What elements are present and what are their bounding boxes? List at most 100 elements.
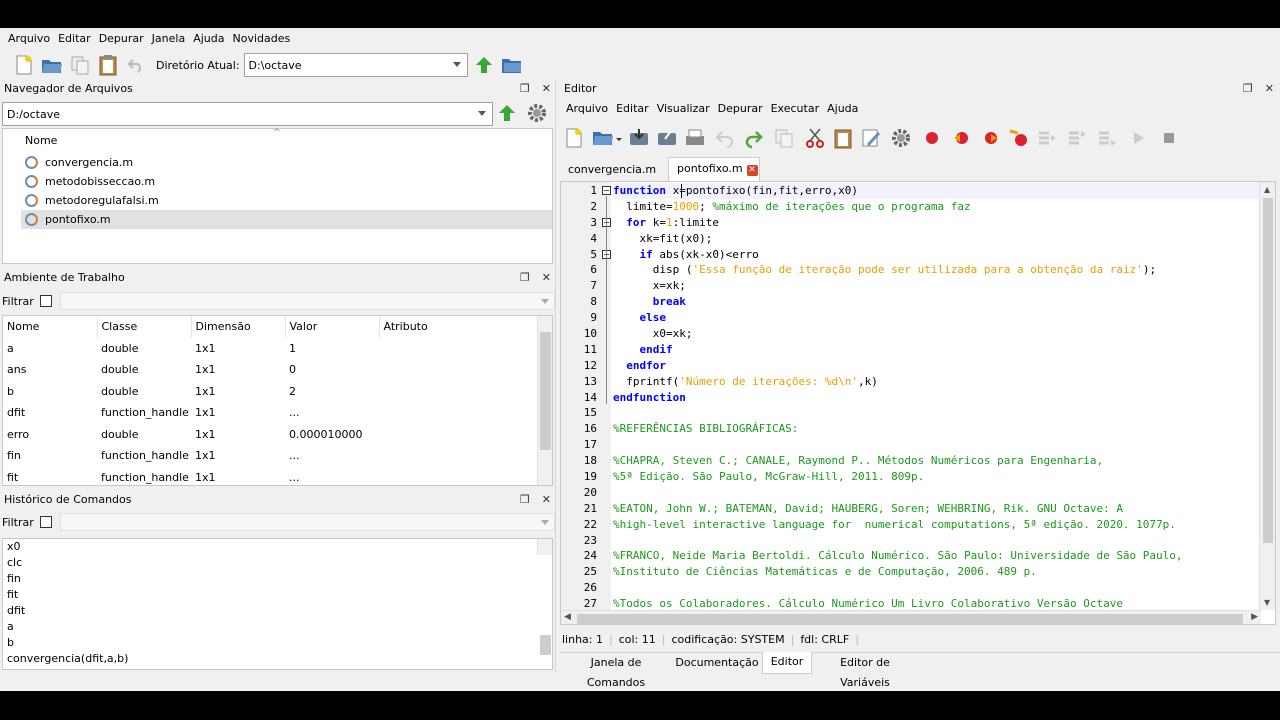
table-row[interactable]: a double 1x1 1 xyxy=(3,338,537,360)
undo-icon[interactable] xyxy=(712,127,738,149)
column-header[interactable]: Nome xyxy=(3,316,98,338)
menu-janela[interactable]: Janela xyxy=(148,28,190,50)
close-icon[interactable]: ✕ xyxy=(542,269,551,287)
editor-menu-ajuda[interactable]: Ajuda xyxy=(823,98,862,120)
up-directory-icon[interactable] xyxy=(497,103,517,126)
panel-splitter[interactable] xyxy=(555,80,556,672)
fold-marker-icon[interactable]: − xyxy=(602,186,611,195)
undock-icon[interactable]: ❐ xyxy=(520,491,530,509)
open-folder-icon[interactable] xyxy=(40,53,64,77)
editor-menu-executar[interactable]: Executar xyxy=(767,98,824,120)
copy-icon[interactable] xyxy=(772,127,798,149)
new-file-icon[interactable] xyxy=(564,127,586,149)
table-row[interactable]: dfit function_handle 1x1... xyxy=(3,402,537,424)
file-item[interactable]: convergencia.m xyxy=(21,153,552,172)
code-editor[interactable]: 1 2 3 4 5 6 7 8 9 10 11 12 13 14 15 16 1… xyxy=(560,181,1276,625)
list-item[interactable]: fin xyxy=(3,571,552,587)
close-tab-icon[interactable]: ✕ xyxy=(746,165,758,176)
editor-horizontal-scrollbar[interactable]: ◀ ▶ xyxy=(561,610,1261,624)
scroll-right-icon[interactable]: ▶ xyxy=(1251,612,1258,622)
paste-icon[interactable] xyxy=(832,127,854,149)
tab-variable-editor[interactable]: Editor de Variáveis xyxy=(814,653,916,689)
column-header[interactable]: Classe xyxy=(97,316,192,338)
filter-checkbox[interactable] xyxy=(39,295,52,307)
cut-icon[interactable] xyxy=(804,127,826,149)
filter-input[interactable] xyxy=(59,292,555,310)
file-item[interactable]: metodoregulafalsi.m xyxy=(21,191,552,210)
paste-icon[interactable] xyxy=(96,53,120,77)
chevron-down-icon[interactable] xyxy=(478,111,486,116)
breakpoint-icon[interactable] xyxy=(920,127,944,149)
tab-command-window[interactable]: Janela de Comandos xyxy=(562,653,670,689)
previous-breakpoint-icon[interactable] xyxy=(980,127,1002,149)
table-row[interactable]: fin function_handle 1x1... xyxy=(3,445,537,467)
settings-icon[interactable] xyxy=(888,127,914,149)
scroll-down-icon[interactable]: ▼ xyxy=(1264,598,1270,607)
close-icon[interactable]: ✕ xyxy=(1265,80,1274,98)
tab-editor[interactable]: Editor xyxy=(762,652,812,674)
column-header-nome[interactable]: Nome xyxy=(25,134,57,147)
step-in-icon[interactable] xyxy=(1066,127,1090,149)
stop-icon[interactable] xyxy=(1158,127,1180,149)
filter-checkbox[interactable] xyxy=(39,516,52,528)
save-icon[interactable] xyxy=(628,127,650,149)
file-list-header[interactable]: Nome ^ xyxy=(3,128,552,153)
file-browser-path-combobox[interactable]: D:/octave xyxy=(2,102,493,126)
open-folder-icon[interactable] xyxy=(592,127,622,149)
file-item-selected[interactable]: pontofixo.m xyxy=(21,210,552,229)
list-item[interactable]: b xyxy=(3,635,552,651)
editor-menu-arquivo[interactable]: Arquivo xyxy=(562,98,612,120)
print-icon[interactable] xyxy=(684,127,706,149)
list-item[interactable]: a xyxy=(3,619,552,635)
undock-icon[interactable]: ❐ xyxy=(520,269,530,287)
next-breakpoint-icon[interactable] xyxy=(950,127,974,149)
tab-convergencia[interactable]: convergencia.m✕ xyxy=(560,159,667,199)
chevron-down-icon[interactable] xyxy=(541,299,549,304)
list-item[interactable]: x0 xyxy=(3,539,552,555)
chevron-down-icon[interactable] xyxy=(452,62,461,67)
editor-menu-editar[interactable]: Editar xyxy=(612,98,653,120)
browse-folder-icon[interactable] xyxy=(500,53,524,77)
step-out-icon[interactable] xyxy=(1096,127,1120,149)
continue-icon[interactable] xyxy=(1126,127,1152,149)
list-item[interactable]: fit xyxy=(3,587,552,603)
table-row[interactable]: fit function_handle 1x1... xyxy=(3,467,537,486)
scroll-left-icon[interactable]: ◀ xyxy=(564,612,571,622)
menu-ajuda[interactable]: Ajuda xyxy=(189,28,228,50)
undock-icon[interactable]: ❐ xyxy=(520,80,530,98)
undo-icon[interactable] xyxy=(124,53,148,77)
tab-pontofixo[interactable]: pontofixo.m ✕ xyxy=(668,157,760,181)
table-row[interactable]: erro double 1x1 0.000010000 xyxy=(3,424,537,446)
column-header[interactable]: Dimensão xyxy=(191,316,286,338)
close-icon[interactable]: ✕ xyxy=(542,80,551,98)
scroll-up-icon[interactable]: ▲ xyxy=(1264,185,1270,194)
undock-icon[interactable]: ❐ xyxy=(1243,80,1253,98)
editor-menu-visualizar[interactable]: Visualizar xyxy=(653,98,714,120)
menu-novidades[interactable]: Novidades xyxy=(228,28,294,50)
filter-input[interactable] xyxy=(59,513,555,531)
find-replace-icon[interactable] xyxy=(860,127,882,149)
menu-arquivo[interactable]: Arquivo xyxy=(4,28,54,50)
table-row[interactable]: b double 1x1 2 xyxy=(3,381,537,403)
up-directory-icon[interactable] xyxy=(472,53,496,77)
current-dir-combobox[interactable]: D:\octave xyxy=(243,53,468,77)
column-header[interactable]: Atributo xyxy=(379,316,538,338)
remove-breakpoints-icon[interactable] xyxy=(1008,127,1030,149)
table-row[interactable]: ans double 1x1 0 xyxy=(3,359,537,381)
copy-icon[interactable] xyxy=(68,53,92,77)
close-icon[interactable]: ✕ xyxy=(542,491,551,509)
column-header[interactable]: Valor xyxy=(285,316,380,338)
new-file-icon[interactable] xyxy=(12,53,36,77)
workspace-scrollbar[interactable] xyxy=(537,316,552,485)
menu-editar[interactable]: Editar xyxy=(54,28,95,50)
step-icon[interactable] xyxy=(1036,127,1060,149)
menu-depurar[interactable]: Depurar xyxy=(95,28,148,50)
save-as-icon[interactable] xyxy=(656,127,678,149)
list-item[interactable]: clc xyxy=(3,555,552,571)
gear-icon[interactable] xyxy=(526,102,548,127)
file-item[interactable]: metodobisseccao.m xyxy=(21,172,552,191)
redo-icon[interactable] xyxy=(744,127,766,149)
editor-vertical-scrollbar[interactable]: ▲ ▼ xyxy=(1259,182,1275,610)
chevron-down-icon[interactable] xyxy=(541,520,549,525)
tab-documentation[interactable]: Documentação xyxy=(674,653,760,673)
